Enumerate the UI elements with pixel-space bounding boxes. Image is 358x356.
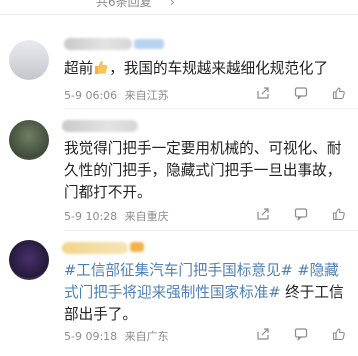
avatar[interactable] — [9, 240, 49, 280]
comment-text: 我觉得门把手一定要用机械的、可视化、耐久性的门把手，隐藏式门把手一旦出事故，门都… — [64, 140, 342, 201]
like-icon[interactable] — [332, 207, 346, 221]
comment-item: #工信部征集汽车门把手国标意见# #隐藏式门把手将迎来强制性国家标准# 终于工信… — [0, 232, 358, 356]
username[interactable] — [62, 242, 128, 254]
share-icon[interactable] — [256, 86, 270, 100]
username[interactable] — [62, 120, 138, 132]
comment-meta: 5-9 06:06 来自江苏 — [64, 87, 173, 103]
comment-icon[interactable] — [294, 86, 308, 100]
comment-location: 来自江苏 — [124, 89, 169, 102]
like-icon[interactable] — [332, 86, 346, 100]
share-icon[interactable] — [256, 207, 270, 221]
like-icon[interactable] — [332, 327, 346, 341]
thumbs-up-emoji-icon — [95, 61, 108, 74]
comment-location: 来自广东 — [124, 330, 169, 343]
divider — [64, 108, 358, 109]
comment-actions — [256, 327, 346, 341]
username[interactable] — [64, 38, 132, 50]
comment-location: 来自重庆 — [124, 210, 169, 223]
comment-item: 我觉得门把手一定要用机械的、可视化、耐久性的门把手，隐藏式门把手一旦出事故，门都… — [0, 110, 358, 228]
comment-item: 超前 ，我国的车规越来越细化规范化了 5-9 06:06 来自江苏 — [0, 18, 358, 110]
comment-date: 5-9 10:28 — [64, 210, 118, 223]
reply-count-link[interactable]: 共6条回复 — [96, 0, 152, 10]
comment-date: 5-9 09:18 — [64, 330, 118, 343]
replies-header: 共6条回复 › — [0, 0, 358, 15]
comment-meta: 5-9 10:28 来自重庆 — [64, 208, 173, 224]
avatar[interactable] — [9, 120, 49, 160]
share-icon[interactable] — [256, 327, 270, 341]
avatar[interactable] — [9, 40, 49, 80]
chevron-right-icon[interactable]: › — [170, 0, 175, 10]
comment-meta: 5-9 09:18 来自广东 — [64, 328, 173, 344]
comment-actions — [256, 86, 346, 100]
comment-icon[interactable] — [294, 207, 308, 221]
comment-actions — [256, 207, 346, 221]
divider — [64, 230, 358, 231]
user-badge — [130, 242, 144, 252]
comment-icon[interactable] — [294, 327, 308, 341]
comment-text: #工信部征集汽车门把手国标意见# #隐藏式门把手将迎来强制性国家标准# 终于工信… — [64, 262, 344, 323]
comment-text: 超前 ，我国的车规越来越细化规范化了 — [64, 60, 329, 77]
comment-date: 5-9 06:06 — [64, 89, 118, 102]
user-badge — [134, 39, 164, 49]
